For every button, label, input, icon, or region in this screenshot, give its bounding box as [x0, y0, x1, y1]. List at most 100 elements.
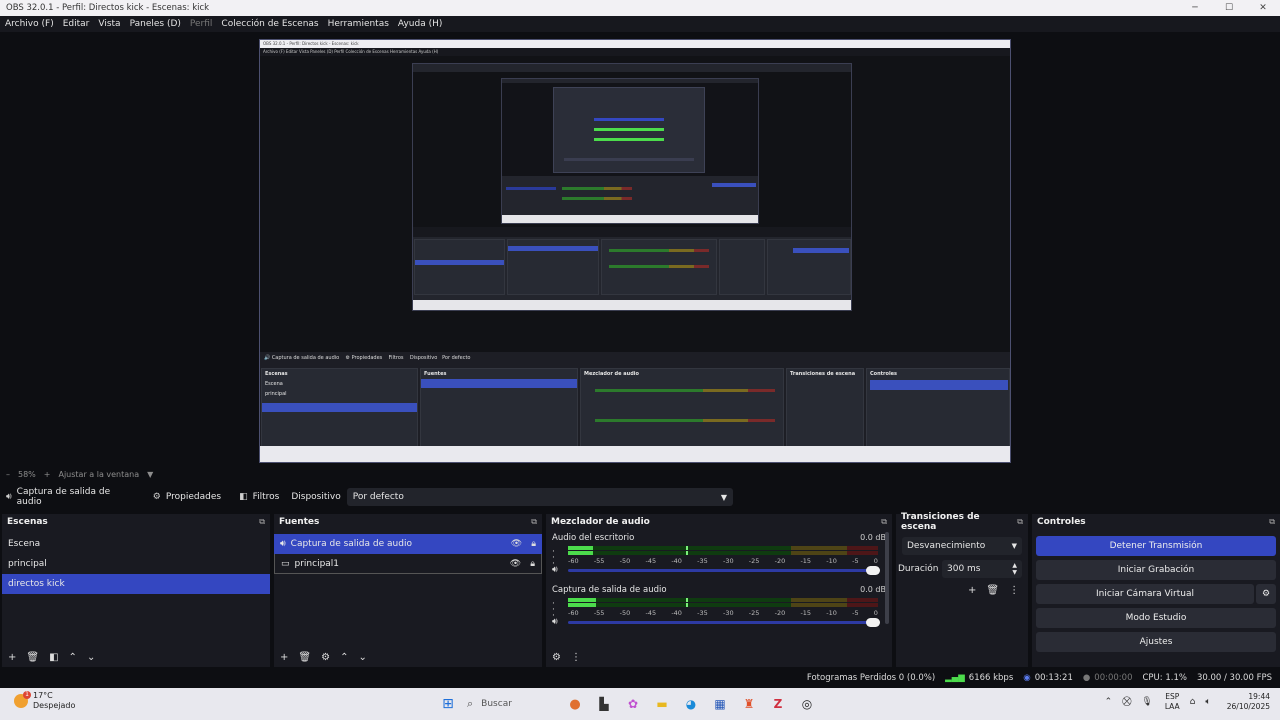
close-button[interactable]: ✕ [1246, 0, 1280, 16]
move-down-icon[interactable]: ⌄ [87, 652, 95, 663]
z-app-icon[interactable]: Z [768, 694, 788, 714]
transition-menu-icon[interactable]: ⋮ [1009, 585, 1019, 596]
meter-tick-label: -15 [800, 609, 812, 617]
duration-spinbox[interactable]: 300 ms ▲ ▼ [942, 560, 1022, 578]
add-source-icon[interactable]: + [280, 652, 288, 663]
remove-source-icon[interactable]: 🗑︎ [298, 652, 311, 663]
task-view-icon[interactable]: ▙ [594, 694, 614, 714]
move-up-icon[interactable]: ⌃ [69, 652, 77, 663]
undock-icon[interactable]: ⧉ [1269, 517, 1275, 527]
virtual-camera-settings-icon[interactable]: ⚙ [1256, 584, 1276, 604]
controls-dock: Controles ⧉ Detener Transmisión Iniciar … [1032, 514, 1280, 667]
mixer-scrollbar[interactable] [885, 532, 889, 624]
spin-arrows-icon[interactable]: ▲ ▼ [1012, 562, 1017, 576]
copilot-icon[interactable]: ✿ [623, 694, 643, 714]
menu-paneles[interactable]: Paneles (D) [130, 19, 181, 29]
tray-expand-icon[interactable]: ⌃ [1105, 697, 1113, 707]
file-explorer-icon[interactable]: ▬ [652, 694, 672, 714]
source-properties-icon[interactable]: ⚙ [321, 652, 330, 663]
scene-item[interactable]: principal [2, 554, 270, 574]
visibility-eye-icon[interactable]: 👁︎ [510, 559, 521, 569]
search-label: Buscar [481, 699, 512, 709]
mute-speaker-icon[interactable]: 🔊︎ [552, 617, 568, 627]
scene-item[interactable]: Escena [2, 534, 270, 554]
source-item-selected[interactable]: 🔊︎ Captura de salida de audio 👁︎ 🔒︎ [274, 534, 542, 554]
source-item[interactable]: ▭ principal1 👁︎ 🔒︎ [274, 554, 542, 574]
add-transition-icon[interactable]: + [968, 585, 976, 596]
nested-obs-capture: OBS 32.0.1 - Perfil: Directos kick - Esc… [259, 39, 1011, 463]
zoom-in-button[interactable]: + [44, 470, 51, 479]
menu-coleccion-escenas[interactable]: Colección de Escenas [221, 19, 318, 29]
meter-tick-label: -10 [826, 609, 837, 617]
move-up-icon[interactable]: ⌃ [340, 652, 348, 663]
preview-canvas[interactable]: OBS 32.0.1 - Perfil: Directos kick - Esc… [0, 32, 1280, 466]
meter-fill [568, 551, 593, 555]
mixer-menu-icon[interactable]: ⋮ [571, 652, 581, 663]
brave-browser-icon[interactable]: ♜ [739, 694, 759, 714]
remove-scene-icon[interactable]: 🗑︎ [26, 652, 39, 663]
microphone-icon[interactable]: 🎙︎ [1141, 697, 1152, 707]
settings-button[interactable]: Ajustes [1036, 632, 1276, 652]
lock-icon[interactable]: 🔒︎ [531, 539, 536, 549]
menu-vista[interactable]: Vista [98, 19, 120, 29]
volume-slider[interactable] [568, 617, 880, 627]
menu-ayuda[interactable]: Ayuda (H) [398, 19, 442, 29]
filters-label: Filtros [252, 492, 280, 502]
zoom-out-button[interactable]: – [6, 470, 10, 479]
scene-label: directos kick [8, 579, 65, 589]
taskbar-search[interactable]: ⌕ Buscar [467, 693, 563, 715]
meter-tick-label: -35 [697, 557, 708, 565]
maximize-button[interactable]: ☐ [1212, 0, 1246, 16]
transition-type-select[interactable]: Desvanecimiento ▼ [902, 537, 1022, 555]
weather-widget[interactable]: 1 17°C Despejado [14, 691, 75, 711]
start-recording-button[interactable]: Iniciar Grabación [1036, 560, 1276, 580]
fps: 30.00 / 30.00 FPS [1196, 673, 1272, 683]
windows-start-icon[interactable]: ⊞ [438, 694, 458, 714]
menu-archivo[interactable]: Archivo (F) [5, 19, 54, 29]
fit-window-label[interactable]: Ajustar a la ventana [58, 470, 139, 479]
add-scene-icon[interactable]: + [8, 652, 16, 663]
studio-mode-button[interactable]: Modo Estudio [1036, 608, 1276, 628]
menu-perfil[interactable]: Perfil [190, 19, 213, 29]
meter-tick-label: -35 [697, 609, 708, 617]
start-virtual-camera-button[interactable]: Iniciar Cámara Virtual [1036, 584, 1254, 604]
undock-icon[interactable]: ⧉ [1017, 517, 1023, 527]
stop-streaming-button[interactable]: Detener Transmisión [1036, 536, 1276, 556]
tray-app-icon[interactable]: ⛒ [1122, 697, 1131, 707]
store-icon[interactable]: ▦ [710, 694, 730, 714]
minimize-button[interactable]: ─ [1178, 0, 1212, 16]
volume-slider-handle[interactable] [866, 565, 880, 575]
undock-icon[interactable]: ⧉ [881, 517, 887, 527]
source-label: principal1 [294, 558, 340, 569]
scene-filters-icon[interactable]: ◧ [49, 652, 58, 663]
volume-slider[interactable] [568, 565, 880, 575]
visibility-eye-icon[interactable]: 👁︎ [511, 539, 522, 549]
volume-slider-handle[interactable] [866, 617, 880, 627]
clock[interactable]: 19:44 26/10/2025 [1227, 692, 1270, 712]
menu-editar[interactable]: Editar [63, 19, 90, 29]
properties-button[interactable]: ⚙ Propiedades [147, 492, 221, 502]
undock-icon[interactable]: ⧉ [531, 517, 537, 527]
menu-herramientas[interactable]: Herramientas [328, 19, 389, 29]
scene-item-selected[interactable]: directos kick [2, 574, 270, 594]
nested-preview [260, 56, 1010, 352]
advanced-audio-icon[interactable]: ⚙ [552, 652, 561, 663]
widgets-icon[interactable]: ● [565, 694, 585, 714]
meter-tick-label: -60 [568, 557, 579, 565]
undock-icon[interactable]: ⧉ [259, 517, 265, 527]
volume-icon[interactable]: 🔈︎ [1205, 697, 1210, 707]
obs-app-icon[interactable]: ◎ [797, 694, 817, 714]
network-icon[interactable]: ⌂ [1190, 697, 1196, 707]
lock-icon[interactable]: 🔒︎ [530, 559, 535, 569]
zoom-dropdown-icon[interactable]: ▼ [147, 470, 153, 479]
device-select[interactable]: Por defecto ▼ [346, 488, 733, 506]
move-down-icon[interactable]: ⌄ [358, 652, 366, 663]
filters-button[interactable]: ◧ Filtros [233, 492, 279, 502]
remove-transition-icon[interactable]: 🗑︎ [986, 585, 999, 596]
transition-type-value: Desvanecimiento [907, 541, 986, 551]
device-label: Dispositivo [291, 492, 340, 502]
edge-browser-icon[interactable]: ◕ [681, 694, 701, 714]
language-indicator[interactable]: ESP LAA [1165, 692, 1180, 712]
taskbar-apps: ⊞ ⌕ Buscar ● ▙ ✿ ▬ ◕ ▦ ♜ Z ◎ [438, 693, 826, 715]
mute-speaker-icon[interactable]: 🔊︎ [552, 565, 568, 575]
